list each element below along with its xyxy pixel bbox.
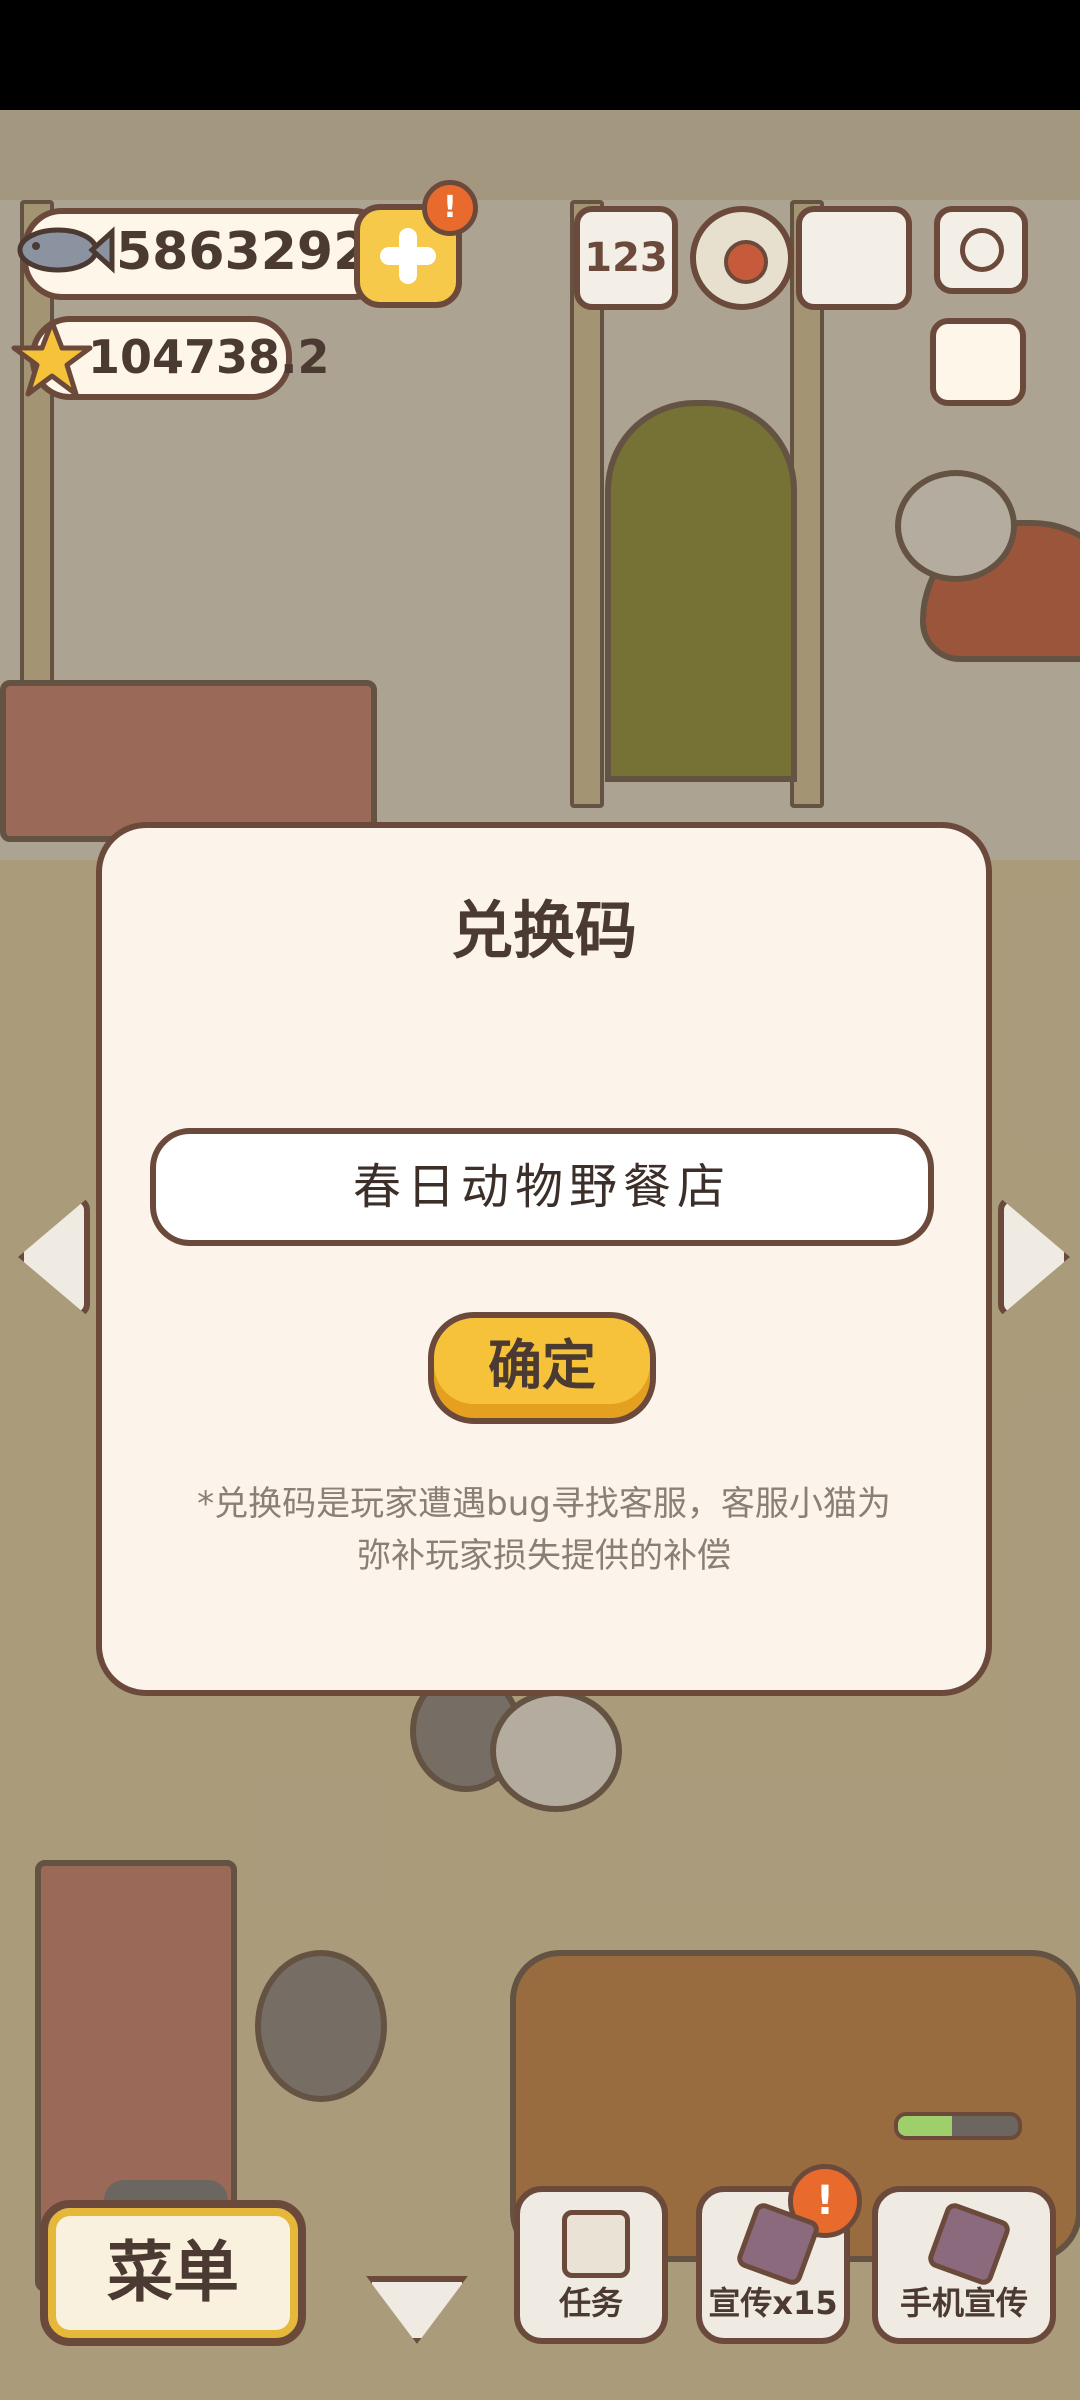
fish-icon <box>17 226 115 274</box>
book-icon[interactable] <box>796 206 912 310</box>
camera-icon[interactable] <box>934 206 1028 294</box>
promo-button[interactable]: ! 宣传x15 <box>696 2164 862 2344</box>
redeem-code-dialog: 兑换码 春日动物野餐店 确定 *兑换码是玩家遭遇bug寻找客服，客服小猫为弥补玩… <box>96 822 992 1696</box>
dialog-notice: *兑换码是玩家遭遇bug寻找客服，客服小猫为弥补玩家损失提供的补偿 <box>197 1484 891 1576</box>
redeem-code-input[interactable]: 春日动物野餐店 <box>150 1128 934 1246</box>
phone-promo-button[interactable]: 手机宣传 <box>872 2186 1056 2344</box>
promo-label: 宣传x15 <box>708 2284 838 2322</box>
dialog-title: 兑换码 <box>450 894 637 967</box>
confirm-button[interactable]: 确定 <box>428 1312 656 1424</box>
rank-icon[interactable]: 123 <box>574 206 678 310</box>
star-value: 104738.2 <box>88 330 330 384</box>
phone-icon <box>925 2200 1013 2288</box>
checkbox-icon <box>562 2210 630 2278</box>
progress-fill <box>898 2116 952 2136</box>
promo-progress-bar <box>894 2112 1022 2140</box>
status-bar <box>0 0 1080 110</box>
star-icon <box>11 319 93 397</box>
add-coins-button[interactable]: ! <box>354 180 478 308</box>
coin-value: 5863292 <box>116 222 370 282</box>
alert-badge: ! <box>422 180 478 236</box>
gear-icon[interactable] <box>690 206 794 310</box>
menu-button[interactable]: 菜单 <box>40 2200 306 2346</box>
task-button[interactable]: 任务 <box>514 2186 668 2344</box>
task-label: 任务 <box>558 2284 623 2322</box>
newspaper-icon[interactable] <box>930 318 1026 406</box>
phone-promo-label: 手机宣传 <box>899 2284 1028 2322</box>
